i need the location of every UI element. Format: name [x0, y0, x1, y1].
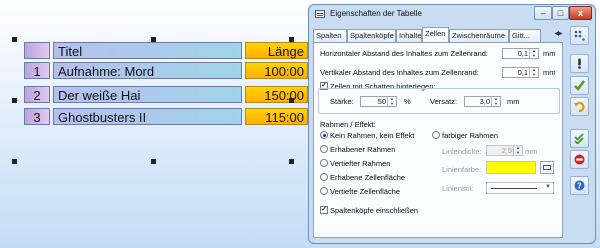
line-style-select[interactable]: ▼	[486, 182, 554, 194]
color-picker-button[interactable]	[540, 161, 554, 174]
header-length-cell: Länge	[245, 42, 308, 59]
row-num-cell: 2	[24, 86, 50, 103]
line-width-input[interactable]: 2,5 ▲ ▼	[486, 145, 523, 156]
table-properties-dialog: Eigenschaften der Tabelle – □ x Spalten …	[308, 4, 596, 244]
spin-arrows-icon[interactable]: ▲ ▼	[387, 96, 396, 106]
selection-handle[interactable]	[289, 37, 294, 42]
selection-handle[interactable]	[151, 159, 156, 164]
v-spacing-input[interactable]: 0,1 ▲ ▼	[502, 67, 539, 78]
double-check-icon	[574, 133, 584, 144]
maximize-button[interactable]: □	[552, 6, 569, 20]
spin-arrows-icon[interactable]: ▲ ▼	[513, 145, 522, 155]
tab-zellen[interactable]: Zellen	[422, 27, 449, 42]
row-length-cell: 150:00	[245, 86, 308, 103]
palette-icon	[543, 165, 551, 170]
radio-sunken-frame-label: Vertiefter Rahmen	[330, 159, 391, 168]
line-color-label: Linienfarbe:	[442, 165, 482, 174]
window-app-icon	[315, 10, 325, 18]
checkmark-icon	[574, 80, 585, 91]
selection-handle[interactable]	[12, 98, 17, 103]
dialog-title: Eigenschaften der Tabelle	[330, 9, 422, 18]
row-num-cell: 3	[24, 108, 50, 125]
line-width-label: Liniendicke:	[442, 147, 482, 156]
radio-raised-cell-label: Erhabene Zellenfläche	[330, 173, 406, 182]
row-title-cell: Aufnahme: Mord	[53, 62, 242, 79]
line-style-label: Linienstil:	[442, 184, 474, 193]
zellen-panel: Horizontaler Abstand des Inhaltes zum Ze…	[313, 42, 563, 238]
radio-raised-frame-label: Erhabener Rahmen	[330, 145, 396, 154]
h-spacing-input[interactable]: 0,1 ▲ ▼	[502, 48, 539, 59]
line-style-preview	[491, 188, 537, 189]
help-button[interactable]: ?	[570, 176, 589, 195]
tab-scroll-arrows-icon[interactable]: ◀▶	[551, 29, 565, 40]
grid-options-button[interactable]	[570, 26, 589, 45]
tab-zwischenraeume[interactable]: Zwischenräume	[449, 29, 509, 42]
spin-arrows-icon[interactable]: ▲ ▼	[491, 96, 500, 106]
selection-handle[interactable]	[12, 159, 17, 164]
selection-handle[interactable]	[289, 159, 294, 164]
radio-no-frame-label: Kein Rahmen, kein Effekt	[330, 131, 415, 140]
include-headers-checkbox[interactable]: ✓	[320, 206, 328, 214]
offset-input[interactable]: 3,0 ▲ ▼	[464, 96, 501, 107]
undo-button[interactable]	[570, 97, 589, 116]
strength-input[interactable]: 50 ▲ ▼	[360, 96, 397, 107]
radio-colored-frame[interactable]	[432, 131, 440, 139]
v-spacing-unit: mm	[543, 68, 556, 77]
svg-text:?: ?	[577, 181, 582, 190]
strength-unit: %	[404, 97, 411, 106]
strength-label: Stärke:	[330, 97, 354, 106]
row-length-cell: 100:00	[245, 62, 308, 79]
line-color-swatch[interactable]	[486, 161, 536, 174]
help-icon: ?	[574, 180, 585, 191]
row-num-cell: 1	[24, 62, 50, 79]
ok-button[interactable]	[570, 129, 589, 148]
cancel-button[interactable]	[570, 150, 589, 169]
row-title-cell: Ghostbusters II	[53, 108, 242, 125]
stop-icon	[574, 154, 585, 165]
offset-unit: mm	[507, 97, 520, 106]
h-spacing-label: Horizontaler Abstand des Inhaltes zum Ze…	[320, 49, 489, 58]
row-length-cell: 115:00	[245, 108, 308, 125]
selection-handle[interactable]	[151, 37, 156, 42]
minimize-button[interactable]: –	[534, 6, 552, 20]
row-title-cell: Der weiße Hai	[53, 86, 242, 103]
tab-inhalte[interactable]: Inhalte	[396, 29, 422, 42]
frame-section-label: Rahmen / Effekt:	[320, 120, 376, 129]
dropdown-arrow-icon: ▼	[545, 184, 551, 190]
radio-raised-frame[interactable]	[320, 145, 328, 153]
radio-sunken-cell-label: Vertiefte Zellenfläche	[330, 187, 401, 196]
close-button[interactable]: x	[569, 6, 592, 20]
selection-handle[interactable]	[12, 37, 17, 42]
tab-spalten[interactable]: Spalten	[313, 29, 347, 42]
selection-handle[interactable]	[289, 98, 294, 103]
radio-raised-cell[interactable]	[320, 173, 328, 181]
info-exclamation-icon	[578, 58, 581, 69]
radio-sunken-frame[interactable]	[320, 159, 328, 167]
undo-arrow-icon	[574, 101, 585, 112]
tab-gitter[interactable]: Gitt...	[509, 29, 541, 42]
radio-sunken-cell[interactable]	[320, 187, 328, 195]
radio-colored-frame-label: farbiger Rahmen	[442, 131, 498, 140]
apply-button[interactable]	[570, 76, 589, 95]
tab-spaltenkoepfe[interactable]: Spaltenköpfe	[347, 29, 396, 42]
spin-arrows-icon[interactable]: ▲ ▼	[529, 67, 538, 77]
offset-label: Versatz:	[430, 97, 458, 106]
header-num-cell	[24, 42, 50, 59]
v-spacing-label: Vertikaler Abstand des Inhaltes zum Zell…	[320, 68, 479, 77]
line-width-unit: mm	[525, 147, 538, 156]
header-title-cell: Titel	[53, 42, 242, 59]
radio-no-frame[interactable]	[320, 131, 328, 139]
h-spacing-unit: mm	[543, 49, 556, 58]
info-button[interactable]	[570, 54, 589, 73]
spin-arrows-icon[interactable]: ▲ ▼	[529, 48, 538, 58]
dots-grid-icon	[574, 30, 585, 41]
dialog-titlebar[interactable]: Eigenschaften der Tabelle – □ x	[309, 5, 595, 24]
include-headers-label: Spaltenköpfe einschließen	[330, 206, 418, 215]
